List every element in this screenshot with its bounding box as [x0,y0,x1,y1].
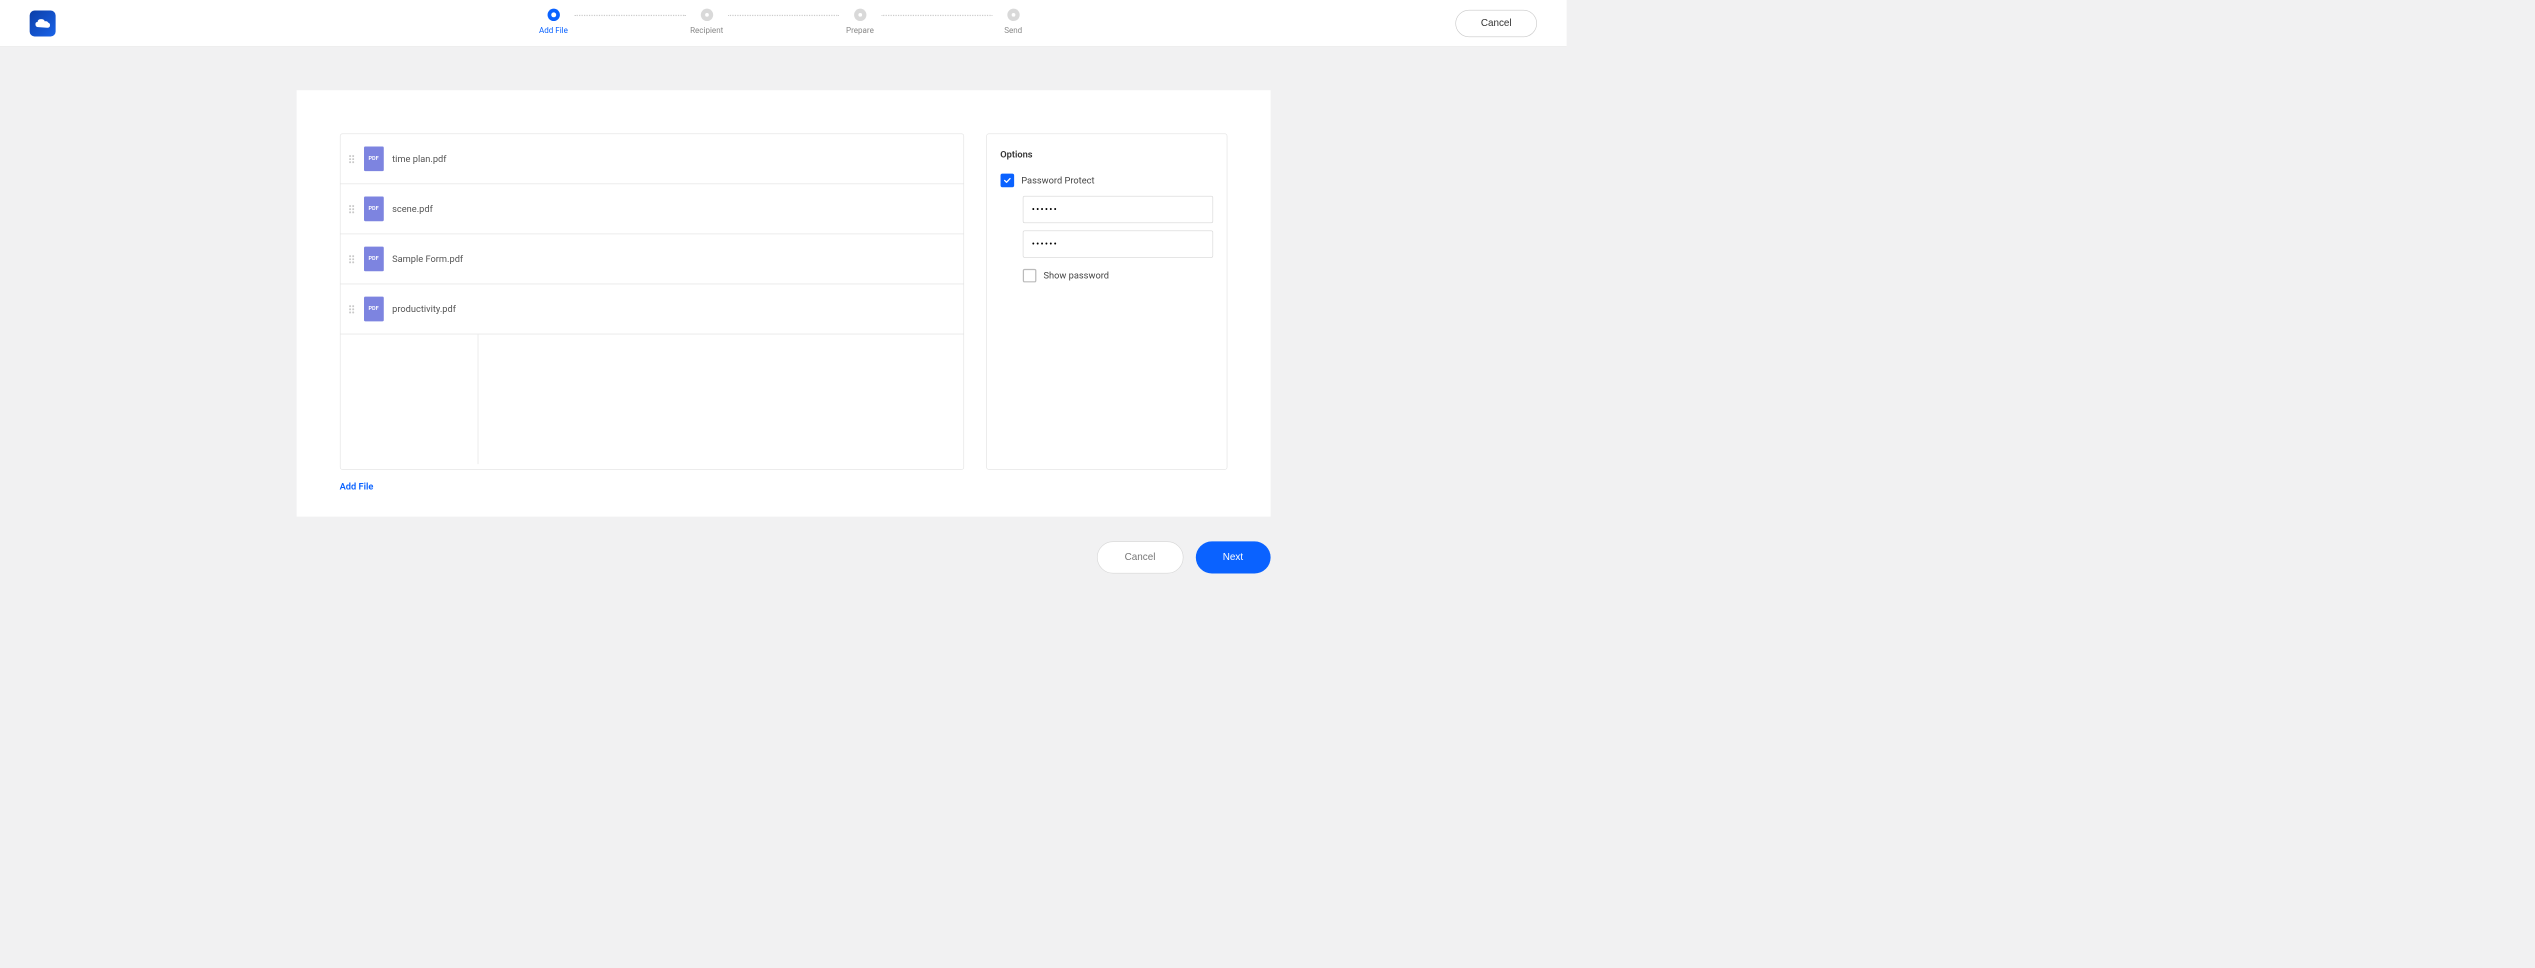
step-connector [881,15,992,16]
step-label: Recipient [690,26,723,35]
pdf-icon: PDF [364,146,384,171]
options-panel: Options Password Protect Show password [986,133,1227,469]
file-name: time plan.pdf [392,153,446,164]
check-icon [1003,176,1012,185]
add-file-link[interactable]: Add File [340,470,374,492]
password-inputs: Show password [1022,196,1212,283]
step-send[interactable]: Send [995,9,1032,36]
step-connector [574,15,685,16]
step-dot [854,9,866,21]
step-prepare[interactable]: Prepare [841,9,878,36]
cloud-icon [34,17,51,29]
next-button[interactable]: Next [1196,541,1271,573]
file-row[interactable]: PDF Sample Form.pdf [340,234,963,284]
confirm-password-input[interactable] [1022,231,1212,258]
step-label: Send [1004,26,1022,35]
step-label: Prepare [846,26,874,35]
file-row[interactable]: PDF time plan.pdf [340,134,963,184]
drag-handle-icon[interactable] [349,203,355,214]
content-card: PDF time plan.pdf PDF scene.pdf PDF Samp… [296,90,1270,516]
drag-handle-icon[interactable] [349,253,355,264]
password-protect-row: Password Protect [1000,174,1213,188]
main-content: PDF time plan.pdf PDF scene.pdf PDF Samp… [0,47,1567,517]
drag-handle-icon[interactable] [349,303,355,314]
file-row[interactable]: PDF productivity.pdf [340,284,963,334]
password-protect-label: Password Protect [1021,175,1094,186]
file-name: scene.pdf [392,203,433,214]
files-list: PDF time plan.pdf PDF scene.pdf PDF Samp… [340,133,964,469]
files-column: PDF time plan.pdf PDF scene.pdf PDF Samp… [340,133,964,491]
show-password-row: Show password [1022,269,1212,283]
password-input[interactable] [1022,196,1212,223]
step-dot-active [547,9,559,21]
step-label: Add File [539,26,568,35]
pdf-icon: PDF [364,197,384,222]
app-logo [30,10,56,36]
step-recipient[interactable]: Recipient [688,9,725,36]
step-dot [701,9,713,21]
app-header: Add File Recipient Prepare Send Cancel [0,0,1567,47]
pdf-icon: PDF [364,247,384,272]
step-dot [1007,9,1019,21]
pdf-icon: PDF [364,297,384,322]
drag-handle-icon[interactable] [349,153,355,164]
file-name: Sample Form.pdf [392,253,463,264]
options-title: Options [1000,149,1213,160]
file-row[interactable]: PDF scene.pdf [340,184,963,234]
footer-actions: Cancel Next [296,541,1270,573]
step-connector [728,15,839,16]
cancel-button[interactable]: Cancel [1097,541,1183,573]
cancel-button-top[interactable]: Cancel [1456,10,1537,37]
dropzone-placeholder[interactable] [340,334,478,464]
step-add-file[interactable]: Add File [535,9,572,36]
wizard-stepper: Add File Recipient Prepare Send [535,9,1032,36]
file-name: productivity.pdf [392,303,456,314]
show-password-label: Show password [1043,270,1109,281]
show-password-checkbox[interactable] [1022,269,1036,283]
password-protect-checkbox[interactable] [1000,174,1014,188]
